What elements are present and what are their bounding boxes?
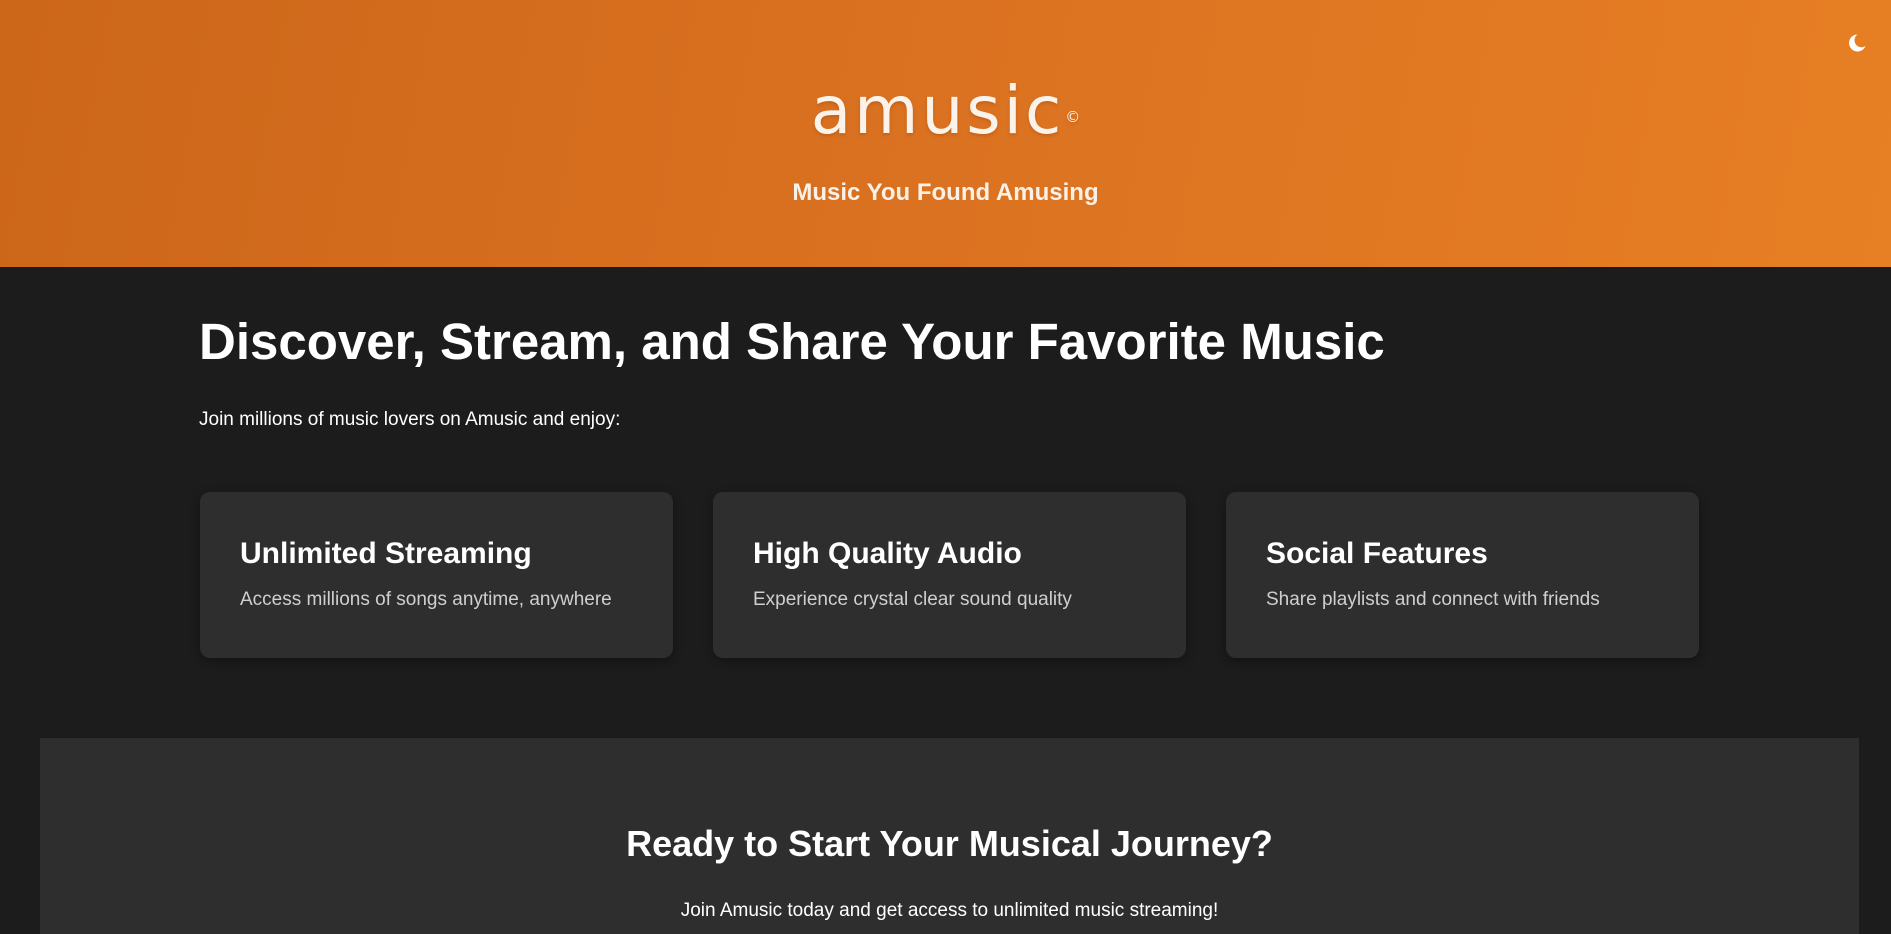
cta-heading: Ready to Start Your Musical Journey?	[626, 823, 1273, 864]
moon-icon	[1849, 34, 1866, 52]
site-header: amusic© Music You Found Amusing	[0, 0, 1891, 267]
feature-card-high-quality-audio: High Quality Audio Experience crystal cl…	[713, 492, 1186, 658]
feature-card-title: Social Features	[1266, 537, 1488, 570]
feature-card-title: High Quality Audio	[753, 537, 1022, 570]
feature-card-text: Experience crystal clear sound quality	[753, 589, 1072, 610]
cta-text: Join Amusic today and get access to unli…	[680, 900, 1219, 921]
tagline: Music You Found Amusing	[792, 179, 1099, 206]
feature-card-unlimited-streaming: Unlimited Streaming Access millions of s…	[200, 492, 673, 658]
hero-heading: Discover, Stream, and Share Your Favorit…	[199, 313, 1385, 370]
logo-copyright-mark: ©	[1065, 108, 1081, 126]
hero-subheading: Join millions of music lovers on Amusic …	[199, 409, 621, 430]
logo-wordmark: amusic	[810, 72, 1065, 149]
feature-card-title: Unlimited Streaming	[240, 537, 532, 570]
theme-toggle-button[interactable]	[1845, 31, 1869, 55]
amusic-logo: amusic©	[0, 78, 1891, 144]
feature-card-text: Share playlists and connect with friends	[1266, 589, 1600, 610]
feature-card-text: Access millions of songs anytime, anywhe…	[240, 589, 612, 610]
feature-card-social-features: Social Features Share playlists and conn…	[1226, 492, 1699, 658]
